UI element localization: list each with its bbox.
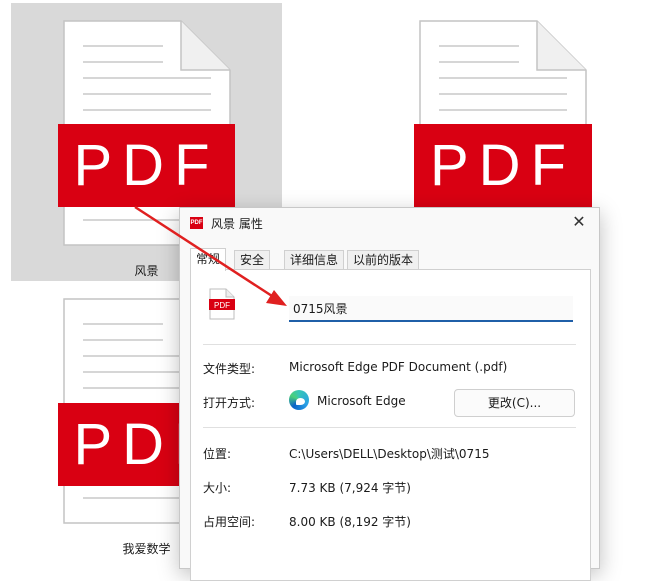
edge-browser-icon xyxy=(289,390,309,410)
pdf-document-icon: PDF xyxy=(209,288,235,320)
general-panel: PDF 文件类型: Microsoft Edge PDF Document (.… xyxy=(190,269,591,581)
filename-input[interactable] xyxy=(289,296,573,322)
tab-security[interactable]: 安全 xyxy=(234,250,271,270)
change-button[interactable]: 更改(C)... xyxy=(454,389,575,417)
location-value: C:\Users\DELL\Desktop\测试\0715 xyxy=(289,447,490,461)
disk-size-value: 8.00 KB (8,192 字节) xyxy=(289,515,411,529)
pdf-badge: PDF xyxy=(58,124,235,207)
file-type-label: 文件类型: xyxy=(203,362,256,376)
pdf-badge: PDF xyxy=(414,124,592,207)
separator xyxy=(203,344,576,345)
file-type-value: Microsoft Edge PDF Document (.pdf) xyxy=(289,360,508,374)
open-with-label: 打开方式: xyxy=(203,396,256,410)
svg-text:PDF: PDF xyxy=(214,301,230,310)
tab-general[interactable]: 常规 xyxy=(190,248,227,271)
dialog-titlebar[interactable]: PDF 风景 属性 ✕ xyxy=(180,208,599,238)
properties-dialog: PDF 风景 属性 ✕ 常规 安全 详细信息 以前的版本 PDF 文件类型: M… xyxy=(179,207,600,581)
size-value: 7.73 KB (7,924 字节) xyxy=(289,481,411,495)
disk-size-label: 占用空间: xyxy=(203,515,256,529)
dialog-title: 风景 属性 xyxy=(211,217,263,231)
tab-previous-versions[interactable]: 以前的版本 xyxy=(347,250,420,270)
tab-details[interactable]: 详细信息 xyxy=(284,250,345,270)
file-item-2[interactable]: PDF xyxy=(370,3,640,220)
separator xyxy=(203,427,576,428)
size-label: 大小: xyxy=(203,481,232,495)
location-label: 位置: xyxy=(203,447,232,461)
pdf-file-icon: PDF xyxy=(190,217,203,229)
open-with-value: Microsoft Edge xyxy=(317,394,406,408)
close-button[interactable]: ✕ xyxy=(569,212,589,232)
